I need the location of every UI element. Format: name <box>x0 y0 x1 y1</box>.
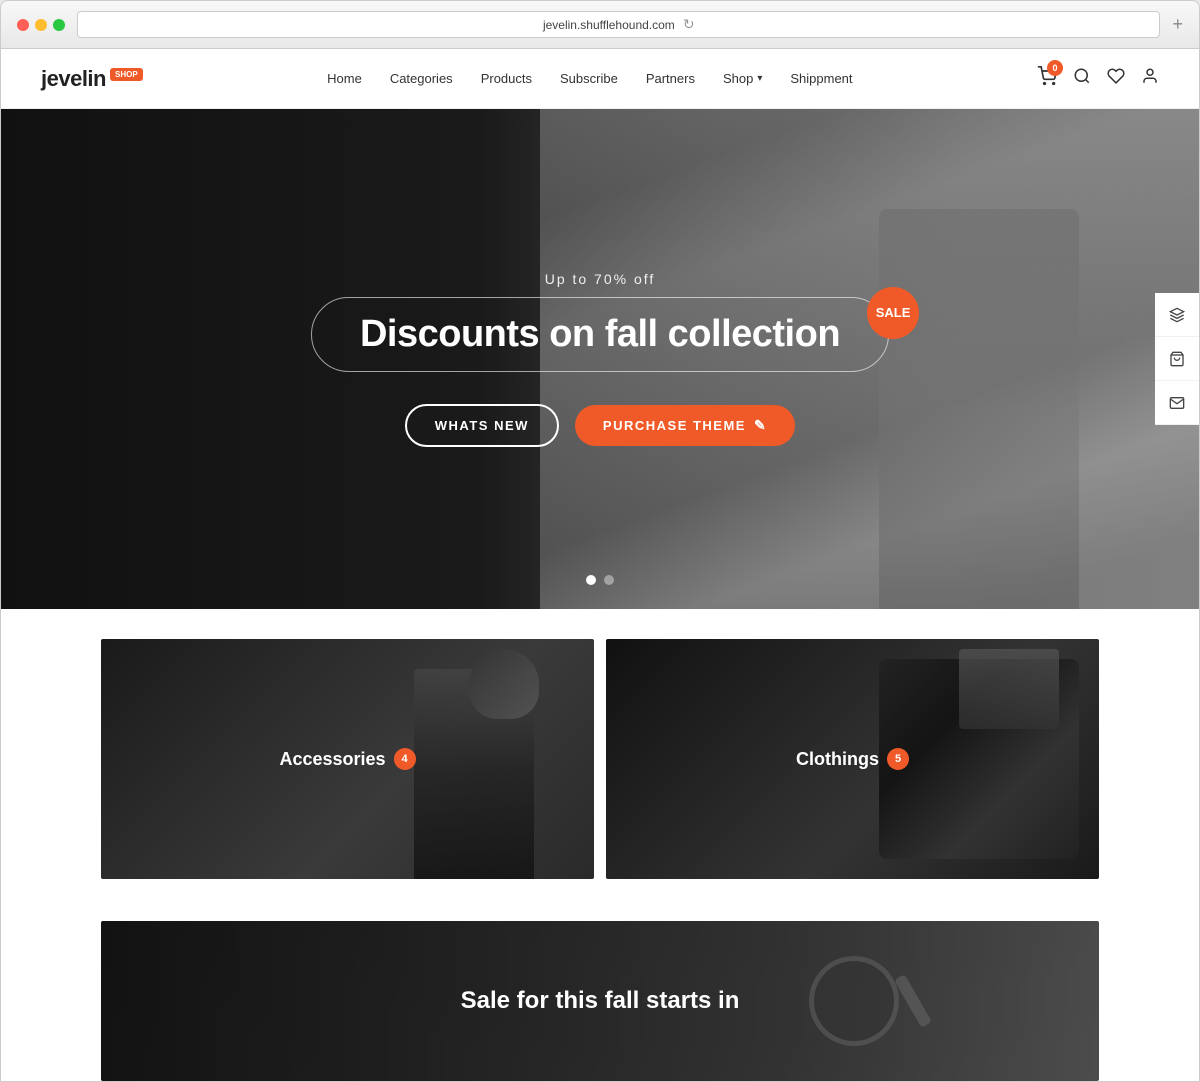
minimize-button[interactable] <box>35 19 47 31</box>
url-text: jevelin.shufflehound.com <box>543 18 675 32</box>
hero-banner: Up to 70% off Discounts on fall collecti… <box>1 109 1199 609</box>
nav-subscribe[interactable]: Subscribe <box>560 71 618 86</box>
maximize-button[interactable] <box>53 19 65 31</box>
hero-dots <box>586 575 614 585</box>
whats-new-button[interactable]: WHATS NEW <box>405 404 559 447</box>
sale-badge: Sale <box>867 287 919 339</box>
fall-sale-text: Sale for this fall starts in <box>461 987 740 1015</box>
nav-categories[interactable]: Categories <box>390 71 453 86</box>
cart-button[interactable]: 0 <box>1037 66 1057 91</box>
cart-count: 0 <box>1047 60 1063 76</box>
category-accessories[interactable]: Accessories 4 <box>101 639 594 879</box>
hero-dot-2[interactable] <box>604 575 614 585</box>
tag-icon: ✎ <box>754 417 767 434</box>
hero-subtitle: Up to 70% off <box>311 271 889 287</box>
browser-window-controls <box>17 19 65 31</box>
hero-sidebar <box>1155 293 1199 425</box>
nav-shippment[interactable]: Shippment <box>790 71 852 86</box>
hero-title-wrapper: Discounts on fall collection Sale <box>311 297 889 405</box>
nav-icons: 0 <box>1037 66 1159 91</box>
chevron-down-icon: ▾ <box>757 73 762 84</box>
hero-title-box: Discounts on fall collection <box>311 297 889 373</box>
accessories-count: 4 <box>394 748 416 770</box>
accessories-head <box>469 649 539 719</box>
accessories-label: Accessories 4 <box>101 748 594 770</box>
nav-products[interactable]: Products <box>481 71 532 86</box>
hero-dot-1[interactable] <box>586 575 596 585</box>
hero-figure <box>879 209 1079 609</box>
close-button[interactable] <box>17 19 29 31</box>
bag-icon-button[interactable] <box>1155 337 1199 381</box>
nav-shop[interactable]: Shop ▾ <box>723 71 762 86</box>
watch-decoration <box>809 956 899 1046</box>
browser-titlebar: jevelin.shufflehound.com ↻ + <box>1 1 1199 49</box>
categories-grid: Accessories 4 Clothings 5 <box>101 639 1099 879</box>
site-header: jevelin SHOP Home Categories Products Su… <box>1 49 1199 109</box>
logo-badge: SHOP <box>110 68 143 81</box>
clothings-top <box>959 649 1059 729</box>
fall-sale-section: Sale for this fall starts in <box>1 909 1199 1081</box>
purchase-theme-button[interactable]: PURCHASE THEME ✎ <box>575 405 795 446</box>
logo-text: jevelin <box>41 66 106 92</box>
categories-section: Accessories 4 Clothings 5 <box>1 609 1199 909</box>
layers-icon-button[interactable] <box>1155 293 1199 337</box>
logo[interactable]: jevelin SHOP <box>41 66 143 92</box>
refresh-icon[interactable]: ↻ <box>683 16 695 33</box>
new-tab-button[interactable]: + <box>1172 14 1183 35</box>
fall-sale-card[interactable]: Sale for this fall starts in <box>101 921 1099 1081</box>
clothings-text: Clothings <box>796 749 879 770</box>
hero-content: Up to 70% off Discounts on fall collecti… <box>311 271 889 448</box>
main-nav: Home Categories Products Subscribe Partn… <box>327 71 852 86</box>
user-button[interactable] <box>1141 67 1159 90</box>
accessories-text: Accessories <box>279 749 385 770</box>
search-button[interactable] <box>1073 67 1091 90</box>
clothings-label: Clothings 5 <box>606 748 1099 770</box>
category-clothings[interactable]: Clothings 5 <box>606 639 1099 879</box>
nav-partners[interactable]: Partners <box>646 71 695 86</box>
address-bar[interactable]: jevelin.shufflehound.com ↻ <box>77 11 1160 38</box>
wishlist-button[interactable] <box>1107 67 1125 90</box>
mail-icon-button[interactable] <box>1155 381 1199 425</box>
nav-home[interactable]: Home <box>327 71 362 86</box>
hero-title: Discounts on fall collection <box>360 314 840 356</box>
clothings-count: 5 <box>887 748 909 770</box>
hero-buttons: WHATS NEW PURCHASE THEME ✎ <box>311 404 889 447</box>
